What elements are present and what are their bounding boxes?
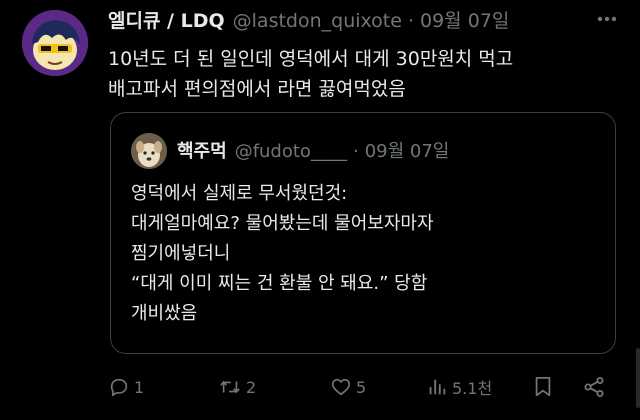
quoted-author-avatar[interactable]: [131, 133, 167, 169]
share-button[interactable]: [582, 370, 606, 404]
like-count: 5: [356, 377, 367, 397]
author-handle[interactable]: @lastdon_quixote: [233, 10, 402, 32]
heart-icon: [331, 378, 351, 396]
views-button[interactable]: 5.1천: [426, 370, 492, 404]
more-options-button[interactable]: [592, 4, 622, 34]
bookmark-icon: [535, 376, 551, 397]
author-name[interactable]: 엘디큐 / LDQ: [108, 6, 225, 33]
dog-photo-avatar-icon: [131, 133, 167, 169]
reply-button[interactable]: 1: [108, 370, 144, 404]
views-count: 5.1천: [452, 379, 493, 398]
scrollbar[interactable]: [636, 348, 640, 408]
retweet-button[interactable]: 2: [218, 370, 256, 404]
bookmark-button[interactable]: [532, 370, 554, 404]
quoted-tweet-text: 영덕에서 실제로 무서웠던것: 대게얼마예요? 물어봤는데 물어보자마자 찜기에…: [131, 183, 434, 324]
separator-dot: ·: [407, 10, 414, 32]
quoted-author-name[interactable]: 핵주먹: [177, 137, 227, 163]
quoted-tweet-header: 핵주먹 @fudoto____ · 09월 07일: [177, 137, 449, 163]
tweet-actions-bar: 1 2 5 5.1천: [108, 370, 620, 404]
tweet-text: 10년도 더 된 일인데 영덕에서 대게 30만원치 먹고 배고파서 편의점에서…: [108, 48, 514, 100]
quoted-author-handle[interactable]: @fudoto____: [235, 141, 347, 162]
reply-icon: [110, 378, 128, 397]
retweet-icon: [220, 380, 240, 394]
author-avatar[interactable]: [22, 10, 88, 76]
more-dots-icon: [597, 16, 617, 22]
separator-dot: ·: [352, 141, 359, 162]
tweet-header: 엘디큐 / LDQ @lastdon_quixote · 09월 07일: [108, 6, 509, 33]
views-chart-icon: [429, 379, 446, 395]
quoted-tweet-card[interactable]: 핵주먹 @fudoto____ · 09월 07일 영덕에서 실제로 무서웠던것…: [110, 112, 616, 354]
quoted-tweet-date: 09월 07일: [364, 141, 450, 162]
tweet-date[interactable]: 09월 07일: [420, 6, 509, 33]
like-button[interactable]: 5: [330, 370, 366, 404]
reply-count: 1: [134, 377, 145, 397]
share-icon: [584, 377, 604, 397]
cartoon-avatar-icon: [22, 10, 88, 76]
retweet-count: 2: [246, 377, 257, 397]
